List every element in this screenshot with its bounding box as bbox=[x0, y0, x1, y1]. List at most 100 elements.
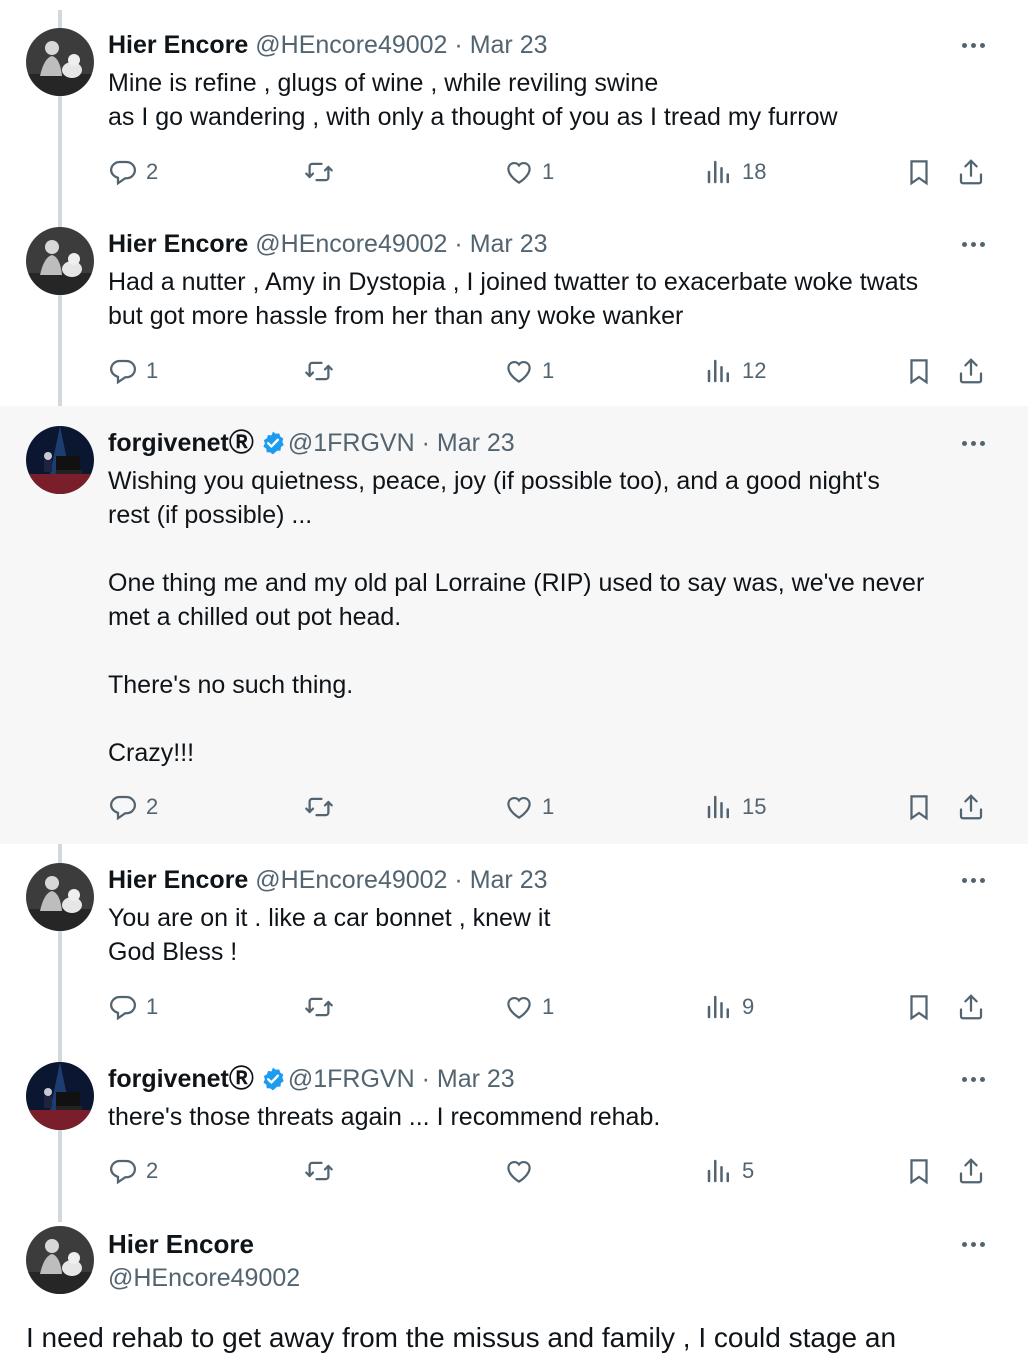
reply-button[interactable]: 1 bbox=[108, 353, 158, 389]
likes-count: 1 bbox=[542, 358, 555, 383]
author-name[interactable]: forgivenetⓇ bbox=[108, 1065, 254, 1093]
tweet-text: Mine is refine , glugs of wine , while r… bbox=[108, 66, 998, 134]
more-icon[interactable] bbox=[958, 1229, 988, 1259]
tweet[interactable]: Hier Encore @HEncore49002 · Mar 23 Mine i… bbox=[0, 0, 1028, 206]
tweet-actions: 2 1 15 bbox=[108, 789, 998, 825]
bookmark-icon bbox=[904, 157, 934, 187]
views-button[interactable]: 9 bbox=[704, 989, 754, 1025]
tweet-text-line: God Bless ! bbox=[108, 938, 238, 966]
tweet-text-line bbox=[108, 532, 998, 566]
like-button[interactable] bbox=[504, 1153, 534, 1189]
timestamp[interactable]: Mar 23 bbox=[470, 866, 548, 894]
more-icon[interactable] bbox=[958, 428, 988, 458]
tweet-text-line: there's those threats again ... I recomm… bbox=[108, 1103, 661, 1131]
like-icon bbox=[504, 356, 534, 386]
reply-button[interactable]: 2 bbox=[108, 154, 158, 190]
tweet-text-line: Wishing you quietness, peace, joy (if po… bbox=[108, 467, 880, 495]
author-handle[interactable]: @1FRGVN bbox=[288, 1065, 422, 1093]
more-icon[interactable] bbox=[958, 1064, 988, 1094]
views-button[interactable]: 18 bbox=[704, 154, 766, 190]
author-handle[interactable]: @HEncore49002 bbox=[255, 230, 454, 258]
retweet-icon bbox=[304, 992, 334, 1022]
author-handle[interactable]: @HEncore49002 bbox=[108, 1263, 300, 1293]
author-name[interactable]: Hier Encore bbox=[108, 31, 248, 59]
share-icon bbox=[956, 157, 986, 187]
avatar[interactable] bbox=[26, 227, 94, 295]
reply-button[interactable]: 1 bbox=[108, 989, 158, 1025]
timestamp[interactable]: Mar 23 bbox=[470, 230, 548, 258]
reply-button[interactable]: 2 bbox=[108, 789, 158, 825]
views-button[interactable]: 5 bbox=[704, 1153, 754, 1189]
retweet-button[interactable] bbox=[304, 989, 334, 1025]
views-button[interactable]: 15 bbox=[704, 789, 766, 825]
views-button[interactable]: 12 bbox=[704, 353, 766, 389]
retweet-button[interactable] bbox=[304, 789, 334, 825]
replies-count: 1 bbox=[146, 994, 159, 1019]
more-icon[interactable] bbox=[958, 865, 988, 895]
bookmark-button[interactable] bbox=[904, 154, 934, 190]
avatar[interactable] bbox=[26, 28, 94, 96]
like-button[interactable]: 1 bbox=[504, 154, 554, 190]
share-button[interactable] bbox=[956, 154, 986, 190]
tweet-text-line: Mine is refine , glugs of wine , while r… bbox=[108, 69, 659, 97]
more-icon[interactable] bbox=[958, 229, 988, 259]
tweet-text-line: You are on it . like a car bonnet , knew… bbox=[108, 904, 551, 932]
reply-button[interactable]: 2 bbox=[108, 1153, 158, 1189]
tweet-text-line: rest (if possible) ... bbox=[108, 501, 313, 529]
like-button[interactable]: 1 bbox=[504, 353, 554, 389]
tweet-text: Wishing you quietness, peace, joy (if po… bbox=[108, 464, 998, 770]
author-handle[interactable]: @HEncore49002 bbox=[255, 866, 454, 894]
retweet-button[interactable] bbox=[304, 1153, 334, 1189]
avatar[interactable] bbox=[26, 426, 94, 494]
avatar[interactable] bbox=[26, 863, 94, 931]
reply-icon bbox=[108, 992, 138, 1022]
bookmark-button[interactable] bbox=[904, 989, 934, 1025]
retweet-button[interactable] bbox=[304, 353, 334, 389]
tweet-header: Hier Encore @HEncore49002 · Mar 23 bbox=[108, 865, 548, 895]
share-button[interactable] bbox=[956, 353, 986, 389]
bookmark-button[interactable] bbox=[904, 789, 934, 825]
tweet-text-line: There's no such thing. bbox=[108, 671, 354, 699]
like-button[interactable]: 1 bbox=[504, 789, 554, 825]
bookmark-button[interactable] bbox=[904, 353, 934, 389]
tweet-text-line: but got more hassle from her than any wo… bbox=[108, 302, 684, 330]
retweet-icon bbox=[304, 1156, 334, 1186]
tweet[interactable]: forgivenetⓇ @1FRGVN · Mar 23 there's those… bbox=[0, 1042, 1028, 1220]
share-button[interactable] bbox=[956, 989, 986, 1025]
main-tweet[interactable]: Hier Encore @HEncore49002 I need rehab to … bbox=[0, 1220, 1028, 1364]
tweet[interactable]: forgivenetⓇ @1FRGVN · Mar 23 Wishing you q… bbox=[0, 406, 1028, 844]
like-icon bbox=[504, 792, 534, 822]
author-handle[interactable]: @HEncore49002 bbox=[255, 31, 454, 59]
like-button[interactable]: 1 bbox=[504, 989, 554, 1025]
share-icon bbox=[956, 356, 986, 386]
tweet-text-line bbox=[108, 634, 998, 668]
like-icon bbox=[504, 1156, 534, 1186]
timestamp[interactable]: Mar 23 bbox=[437, 429, 515, 457]
tweet[interactable]: Hier Encore @HEncore49002 · Mar 23 You ar… bbox=[0, 844, 1028, 1042]
more-icon[interactable] bbox=[958, 30, 988, 60]
avatar[interactable] bbox=[26, 1062, 94, 1130]
retweet-icon bbox=[304, 356, 334, 386]
replies-count: 1 bbox=[146, 358, 159, 383]
views-count: 12 bbox=[742, 358, 767, 383]
tweet-actions: 1 1 9 bbox=[108, 989, 998, 1025]
tweet[interactable]: Hier Encore @HEncore49002 · Mar 23 Had a … bbox=[0, 206, 1028, 406]
timestamp[interactable]: Mar 23 bbox=[470, 31, 548, 59]
share-button[interactable] bbox=[956, 789, 986, 825]
views-count: 15 bbox=[742, 794, 767, 819]
author-name[interactable]: Hier Encore bbox=[108, 866, 248, 894]
avatar[interactable] bbox=[26, 1226, 94, 1294]
author-name[interactable]: forgivenetⓇ bbox=[108, 429, 254, 457]
bookmark-button[interactable] bbox=[904, 1153, 934, 1189]
retweet-button[interactable] bbox=[304, 154, 334, 190]
author-handle[interactable]: @1FRGVN bbox=[288, 429, 422, 457]
bookmark-icon bbox=[904, 792, 934, 822]
author-name[interactable]: Hier Encore bbox=[108, 1229, 254, 1259]
tweet-header: Hier Encore @HEncore49002 · Mar 23 bbox=[108, 229, 548, 259]
verified-badge-icon bbox=[260, 1066, 286, 1092]
timestamp[interactable]: Mar 23 bbox=[437, 1065, 515, 1093]
tweet-text-line: Crazy!!! bbox=[108, 739, 195, 767]
author-name[interactable]: Hier Encore bbox=[108, 230, 248, 258]
share-button[interactable] bbox=[956, 1153, 986, 1189]
likes-count: 1 bbox=[542, 159, 555, 184]
